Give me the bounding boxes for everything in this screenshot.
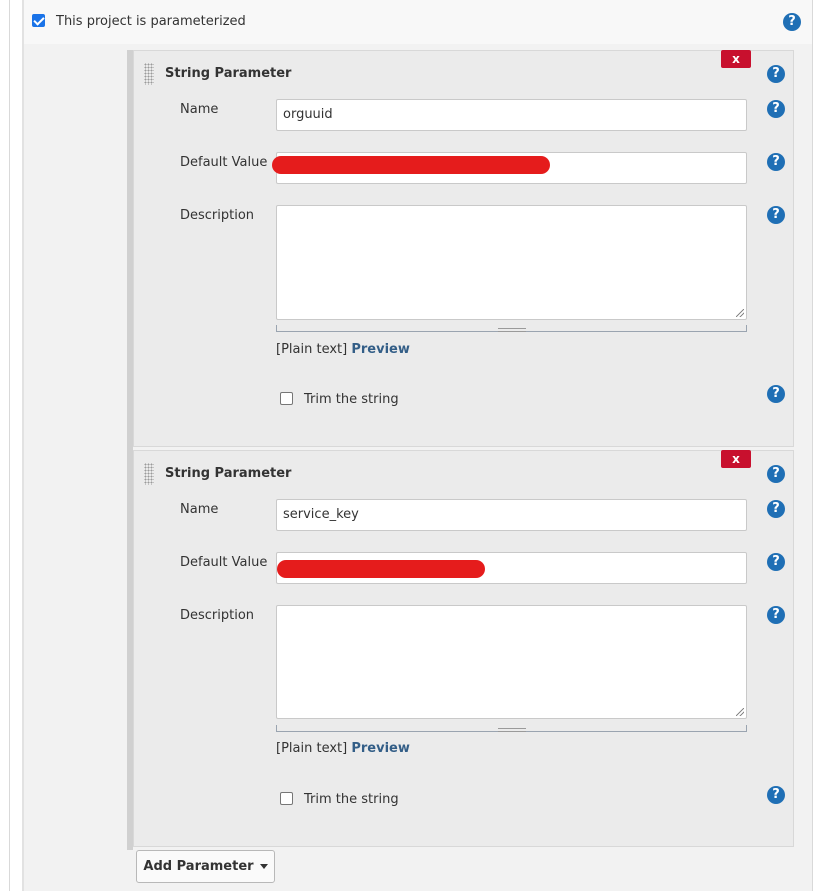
caret-down-icon: [259, 864, 268, 869]
help-icon[interactable]: ?: [767, 385, 785, 403]
resize-handle-icon[interactable]: [736, 708, 744, 716]
help-icon[interactable]: ?: [767, 465, 785, 483]
description-label: Description: [180, 608, 255, 623]
resize-handle-icon[interactable]: [736, 309, 744, 317]
parameterized-checkbox[interactable]: [32, 14, 45, 27]
textarea-resize-bar-left: [276, 725, 277, 732]
description-label: Description: [180, 208, 255, 223]
page-border-right: [812, 0, 813, 891]
trim-label: Trim the string: [304, 792, 399, 807]
trim-checkbox[interactable]: [280, 792, 293, 805]
help-icon[interactable]: ?: [767, 153, 785, 171]
trim-checkbox[interactable]: [280, 392, 293, 405]
preview-link[interactable]: Preview: [351, 741, 410, 756]
help-icon[interactable]: ?: [767, 65, 785, 83]
grip-icon[interactable]: [498, 328, 526, 332]
page-border-left: [9, 0, 10, 891]
drag-handle-icon[interactable]: [144, 63, 154, 85]
add-parameter-button[interactable]: Add Parameter: [136, 850, 275, 883]
help-icon[interactable]: ?: [767, 606, 785, 624]
name-input[interactable]: orguuid: [276, 99, 747, 131]
format-prefix: [Plain text]: [276, 342, 348, 357]
help-icon[interactable]: ?: [767, 100, 785, 118]
redaction-mark: [277, 560, 485, 578]
textarea-resize-bar-left: [276, 325, 277, 332]
textarea-resize-bar-right: [746, 325, 747, 332]
textarea-resize-bar-right: [746, 725, 747, 732]
help-icon[interactable]: ?: [767, 500, 785, 518]
format-prefix: [Plain text]: [276, 741, 348, 756]
redaction-mark: [272, 156, 550, 174]
delete-parameter-button[interactable]: x: [721, 450, 751, 468]
section-edge: [22, 0, 24, 891]
parameter-title: String Parameter: [165, 466, 292, 481]
default-value-label: Default Value: [180, 155, 268, 170]
add-parameter-label: Add Parameter: [143, 859, 254, 874]
format-text: [Plain text] Preview: [276, 342, 410, 357]
name-input[interactable]: service_key: [276, 499, 747, 531]
help-icon[interactable]: ?: [767, 553, 785, 571]
help-icon[interactable]: ?: [767, 206, 785, 224]
description-textarea[interactable]: [276, 205, 747, 320]
description-textarea[interactable]: [276, 605, 747, 719]
default-value-label: Default Value: [180, 555, 268, 570]
name-label: Name: [180, 102, 219, 117]
help-icon[interactable]: ?: [783, 13, 801, 31]
format-text: [Plain text] Preview: [276, 741, 410, 756]
parameter-title: String Parameter: [165, 66, 292, 81]
grip-icon[interactable]: [498, 728, 526, 732]
parameterized-label: This project is parameterized: [56, 14, 246, 29]
drag-handle-icon[interactable]: [144, 463, 154, 485]
name-label: Name: [180, 502, 219, 517]
preview-link[interactable]: Preview: [351, 342, 410, 357]
help-icon[interactable]: ?: [767, 786, 785, 804]
trim-label: Trim the string: [304, 392, 399, 407]
delete-parameter-button[interactable]: x: [721, 50, 751, 68]
